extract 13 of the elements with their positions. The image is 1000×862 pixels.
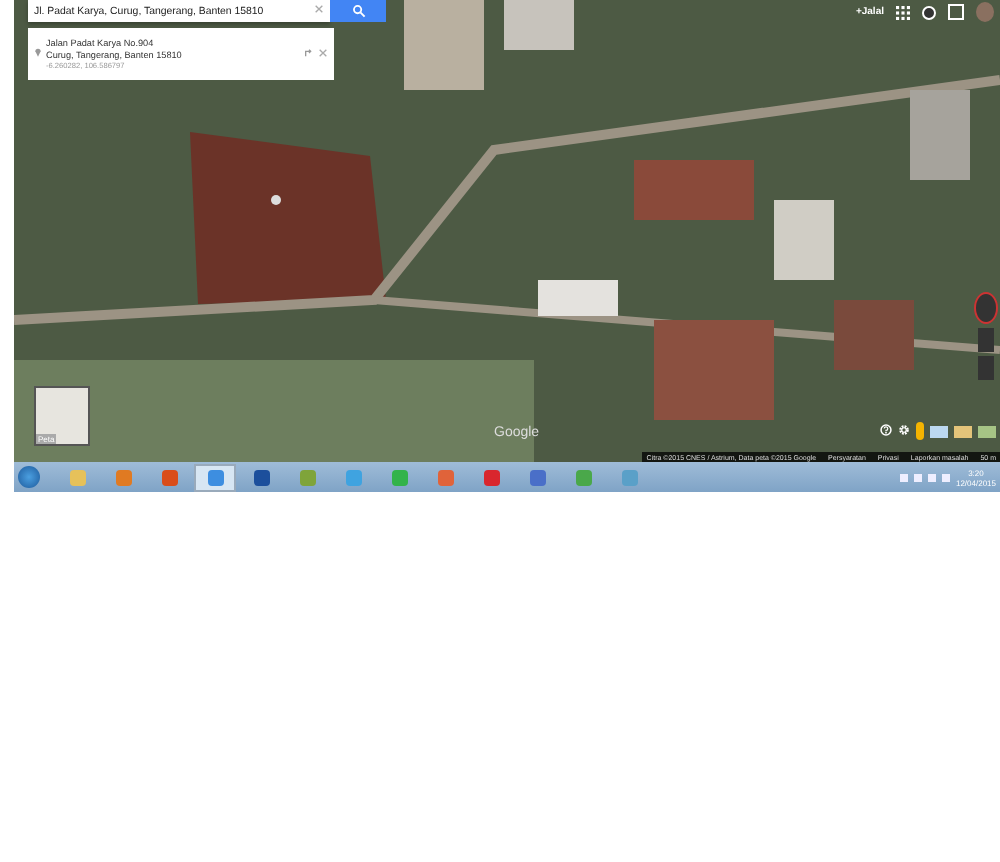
apps-grid-icon[interactable] <box>896 5 910 19</box>
settings-icon[interactable] <box>898 423 910 439</box>
close-icon[interactable] <box>314 4 324 18</box>
taskbar-button[interactable] <box>194 463 236 491</box>
search-button[interactable] <box>330 0 386 22</box>
pin-icon <box>34 46 42 62</box>
directions-icon[interactable] <box>304 47 314 61</box>
share-icon[interactable] <box>948 4 964 20</box>
pegman-icon[interactable] <box>916 422 924 440</box>
close-icon[interactable] <box>318 47 328 61</box>
start-button[interactable] <box>18 466 40 488</box>
help-icon[interactable] <box>880 423 892 439</box>
search-icon <box>351 4 365 18</box>
